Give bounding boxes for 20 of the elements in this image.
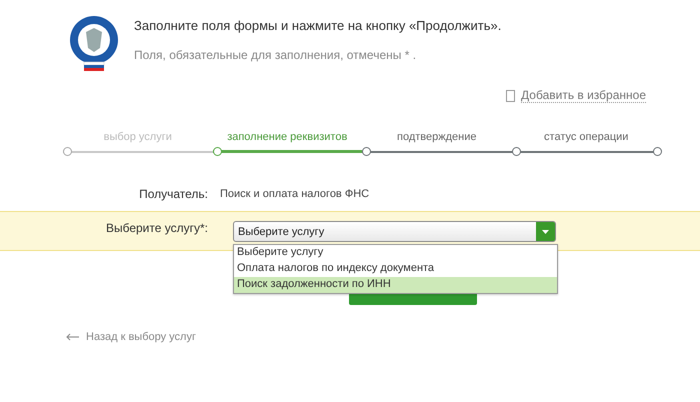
arrow-left-icon [66, 333, 80, 341]
required-note: Поля, обязательные для заполнения, отмечены * . [134, 48, 418, 62]
back-link[interactable]: Назад к выбору услуг [66, 331, 700, 343]
service-label: Выберите услугу*: [104, 221, 209, 235]
service-select[interactable]: Выберите услугу [233, 221, 556, 242]
bookmark-icon [506, 90, 516, 102]
dropdown-option[interactable]: Оплата налогов по индексу документа [234, 261, 557, 277]
instruction-text: Заполните поля формы и нажмите на кнопку «Продолжить». [134, 18, 502, 33]
recipient-label: Получатель: [138, 187, 209, 201]
step-dot [63, 147, 72, 156]
step-label: статус операции [544, 131, 628, 145]
back-link-text: Назад к выбору услуг [86, 331, 196, 343]
recipient-value: Поиск и оплата налогов ФНС [220, 188, 370, 200]
add-favorite-link[interactable]: Добавить в избранное [521, 88, 646, 103]
step-label: заполнение реквизитов [227, 131, 348, 145]
dropdown-option[interactable]: Выберите услугу [234, 245, 557, 261]
step-label: подтверждение [397, 131, 476, 145]
caret-icon [536, 222, 555, 241]
step-label: выбор услуги [104, 131, 172, 145]
dropdown-option[interactable]: Поиск задолженности по ИНН [234, 277, 557, 293]
